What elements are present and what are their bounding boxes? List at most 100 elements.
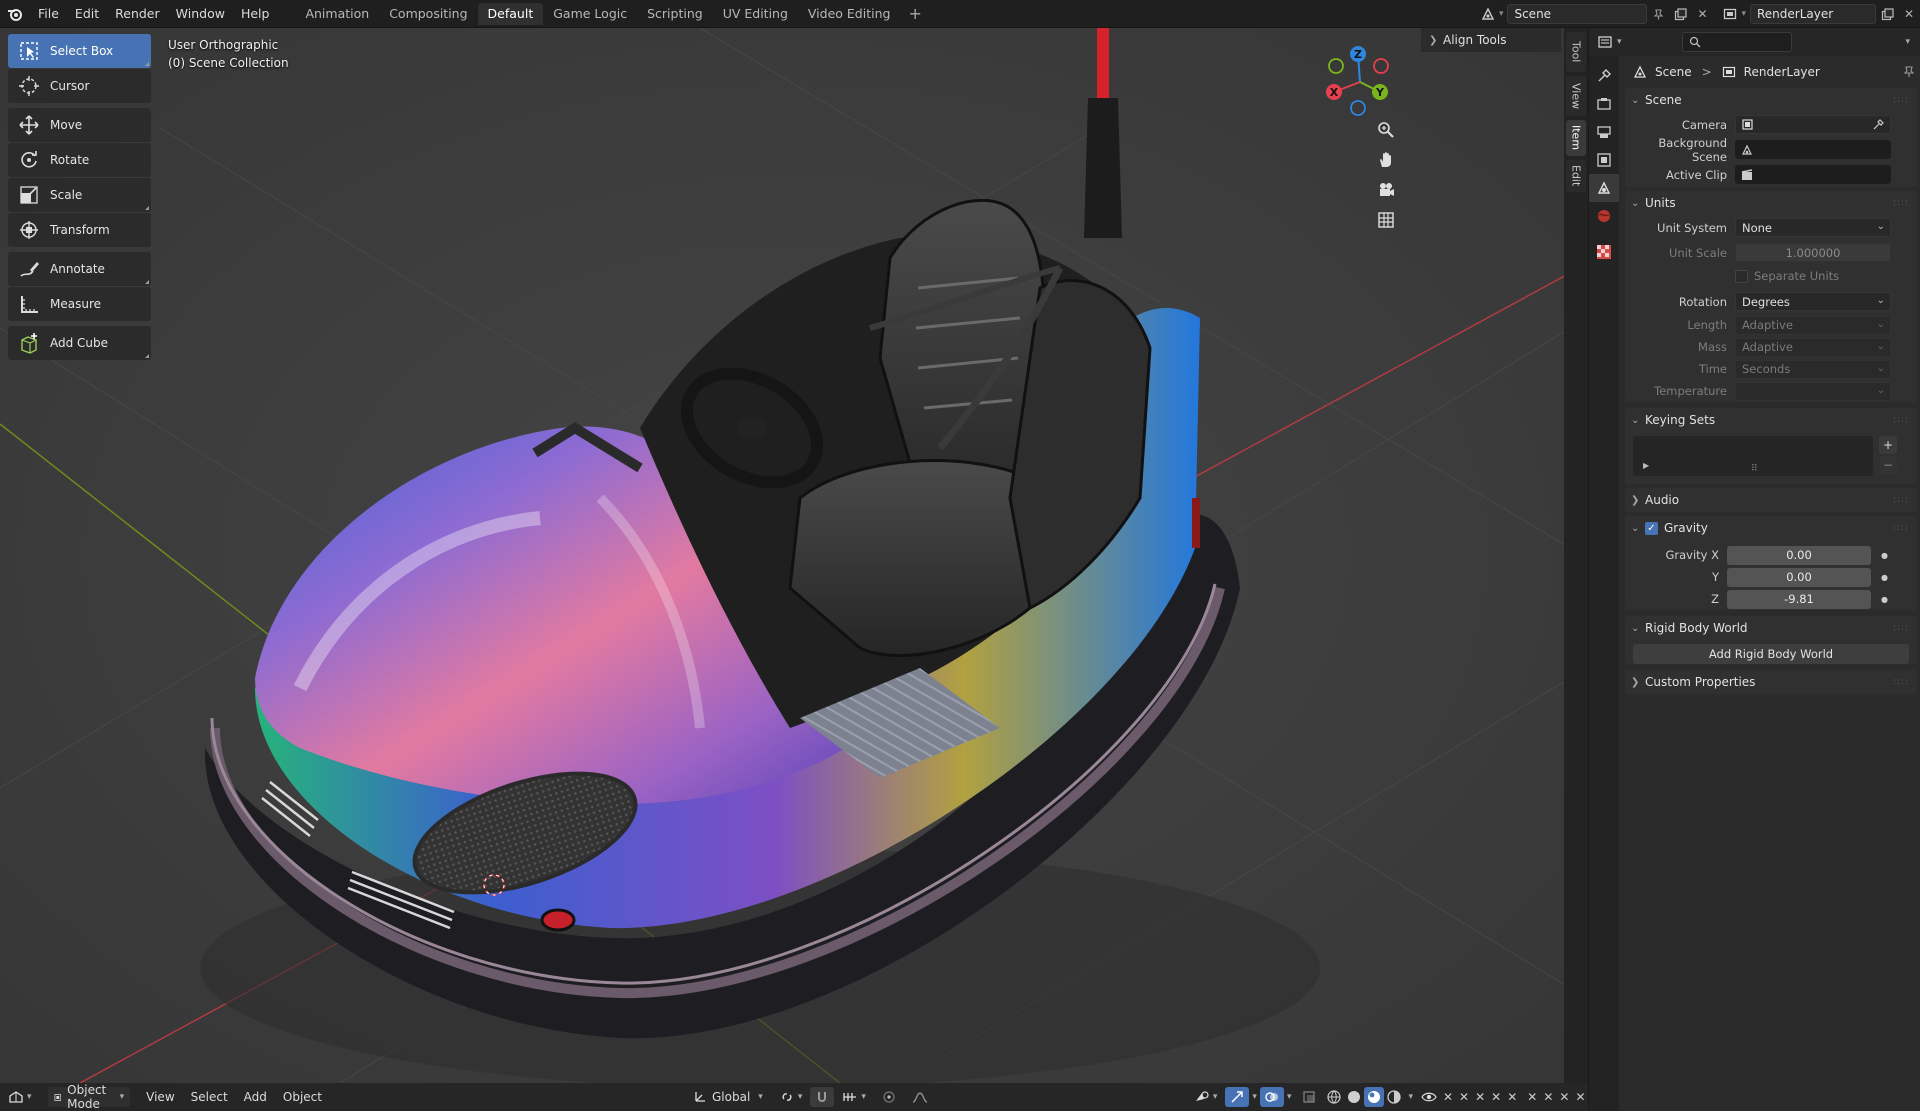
shading-solid-icon[interactable] <box>1344 1083 1364 1111</box>
unit-scale-field[interactable]: 1.000000 <box>1735 243 1891 262</box>
show-gizmo-icon[interactable] <box>1225 1087 1250 1107</box>
editor-type-icon[interactable]: ▾ <box>0 1083 40 1111</box>
add-workspace-button[interactable]: + <box>900 4 929 23</box>
tab-render-icon[interactable] <box>1589 90 1619 118</box>
temperature-dropdown[interactable]: ⌄ <box>1735 381 1891 401</box>
camera-field[interactable] <box>1735 115 1891 134</box>
separate-units-checkbox[interactable] <box>1735 269 1748 283</box>
new-scene-icon[interactable] <box>1669 4 1691 24</box>
delete-view-layer-icon[interactable]: ✕ <box>1898 4 1920 24</box>
snap-toggle-magnet-icon[interactable] <box>810 1087 835 1107</box>
ntab-item[interactable]: Item <box>1566 120 1586 156</box>
shading-rendered-icon[interactable] <box>1384 1083 1404 1111</box>
tab-game-logic[interactable]: Game Logic <box>543 3 637 25</box>
zoom-icon[interactable] <box>1374 118 1398 142</box>
tool-measure[interactable]: Measure <box>8 287 151 321</box>
tool-scale[interactable]: Scale <box>8 178 151 212</box>
rigid-body-world-panel-header[interactable]: ⌄ Rigid Body World :::: <box>1625 616 1917 640</box>
shading-material-preview-icon[interactable] <box>1364 1087 1385 1107</box>
list-resize-handle-icon[interactable]: ⠿ <box>1751 464 1758 474</box>
tool-move[interactable]: Move <box>8 108 151 142</box>
tool-select-box[interactable]: Select Box <box>8 34 151 68</box>
menu-help[interactable]: Help <box>233 0 278 28</box>
tool-annotate[interactable]: Annotate <box>8 252 151 286</box>
header-menu-view[interactable]: View <box>138 1083 182 1111</box>
delete-scene-icon[interactable]: ✕ <box>1691 4 1713 24</box>
remove-keying-set-button[interactable]: − <box>1879 456 1897 474</box>
ntab-tool[interactable]: Tool <box>1566 32 1586 72</box>
navigation-gizmo[interactable]: Z X Y <box>1320 42 1400 122</box>
menu-file[interactable]: File <box>30 0 67 28</box>
menu-window[interactable]: Window <box>168 0 233 28</box>
drag-handle-icon[interactable]: :::: <box>1893 198 1909 208</box>
tab-video-editing[interactable]: Video Editing <box>798 3 901 25</box>
audio-panel-header[interactable]: ❯ Audio :::: <box>1625 488 1917 512</box>
active-clip-field[interactable] <box>1735 165 1891 184</box>
menu-edit[interactable]: Edit <box>67 0 107 28</box>
overlays-options-chevron-icon[interactable]: ▾ <box>1284 1083 1295 1111</box>
gravity-z-field[interactable]: -9.81 <box>1727 589 1871 609</box>
gravity-x-field[interactable]: 0.00 <box>1727 545 1871 565</box>
tool-transform[interactable]: Transform <box>8 213 151 247</box>
length-dropdown[interactable]: Adaptive ⌄ <box>1735 315 1891 335</box>
shading-wireframe-icon[interactable] <box>1324 1083 1344 1111</box>
unit-system-dropdown[interactable]: None ⌄ <box>1735 218 1891 237</box>
ntab-edit[interactable]: Edit <box>1566 160 1586 192</box>
animate-property-dot-icon[interactable]: ● <box>1881 595 1888 604</box>
custom-properties-panel-header[interactable]: ❯ Custom Properties :::: <box>1625 670 1917 694</box>
tab-compositing[interactable]: Compositing <box>379 3 477 25</box>
tool-cursor[interactable]: Cursor <box>8 69 151 103</box>
scene-icon[interactable] <box>1477 4 1499 24</box>
tab-default[interactable]: Default <box>477 2 544 25</box>
background-scene-field[interactable] <box>1735 140 1891 159</box>
menu-render[interactable]: Render <box>107 0 168 28</box>
tab-output-icon[interactable] <box>1589 118 1619 146</box>
tab-scene-icon[interactable] <box>1589 174 1619 202</box>
drag-handle-icon[interactable]: :::: <box>1893 623 1909 633</box>
tool-add-cube[interactable]: Add Cube <box>8 326 151 360</box>
transform-orientation[interactable]: Global ▾ <box>685 1083 771 1111</box>
header-menu-add[interactable]: Add <box>236 1083 275 1111</box>
mode-selector[interactable]: Object Mode ▾ <box>40 1083 139 1111</box>
view-layer-dropdown-chevron-icon[interactable]: ▾ <box>1741 9 1746 19</box>
show-overlays-icon[interactable] <box>1259 1087 1284 1107</box>
pan-hand-icon[interactable] <box>1374 148 1398 172</box>
drag-handle-icon[interactable]: :::: <box>1893 495 1909 505</box>
list-expand-icon[interactable]: ▶ <box>1643 461 1649 470</box>
gravity-checkbox[interactable]: ✓ <box>1645 521 1658 535</box>
snap-target-increment-icon[interactable]: ▾ <box>834 1083 874 1111</box>
drag-handle-icon[interactable]: :::: <box>1893 677 1909 687</box>
tab-tool-settings-icon[interactable] <box>1589 62 1619 90</box>
mode-dropdown[interactable]: Object Mode ▾ <box>47 1083 131 1111</box>
drag-handle-icon[interactable]: :::: <box>1893 95 1909 105</box>
hide-in-viewport-eye-icon[interactable] <box>1417 1083 1441 1111</box>
visibility-selectability-icon[interactable]: ▾ <box>1186 1083 1226 1111</box>
tab-world-icon[interactable] <box>1589 202 1619 230</box>
keying-sets-panel-header[interactable]: ⌄ Keying Sets :::: <box>1625 408 1917 432</box>
properties-options-chevron-icon[interactable]: ▾ <box>1905 37 1910 47</box>
pin-icon[interactable] <box>1647 4 1669 24</box>
gizmo-options-chevron-icon[interactable]: ▾ <box>1249 1083 1260 1111</box>
tab-scripting[interactable]: Scripting <box>637 3 713 25</box>
keying-sets-list[interactable]: ▶ ⠿ <box>1633 436 1873 476</box>
animate-property-dot-icon[interactable]: ● <box>1881 551 1888 560</box>
xray-toggle-icon[interactable] <box>1294 1083 1324 1111</box>
align-tools-panel-header[interactable]: ❯ Align Tools <box>1421 28 1561 52</box>
add-rigid-body-world-button[interactable]: Add Rigid Body World <box>1633 644 1909 664</box>
tab-texture-icon[interactable] <box>1589 238 1619 266</box>
add-keying-set-button[interactable]: + <box>1879 436 1897 454</box>
view-layer-field[interactable]: RenderLayer <box>1750 4 1876 24</box>
animate-property-dot-icon[interactable]: ● <box>1881 573 1888 582</box>
view-layer-icon[interactable] <box>1719 4 1741 24</box>
camera-view-icon[interactable] <box>1374 178 1398 202</box>
gravity-y-field[interactable]: 0.00 <box>1727 567 1871 587</box>
properties-editor-chevron-icon[interactable]: ▾ <box>1617 37 1622 47</box>
proportional-editing-icon[interactable] <box>874 1083 904 1111</box>
scene-panel-header[interactable]: ⌄ Scene :::: <box>1625 88 1917 112</box>
properties-editor-type-icon[interactable] <box>1595 32 1617 52</box>
tab-view-layer-icon[interactable] <box>1589 146 1619 174</box>
scene-dropdown-chevron-icon[interactable]: ▾ <box>1499 9 1504 19</box>
collection-visibility-toggles[interactable]: ✕✕✕✕✕ <box>1441 1083 1525 1111</box>
pin-icon[interactable] <box>1903 66 1915 78</box>
rotation-dropdown[interactable]: Degrees ⌄ <box>1735 292 1891 311</box>
